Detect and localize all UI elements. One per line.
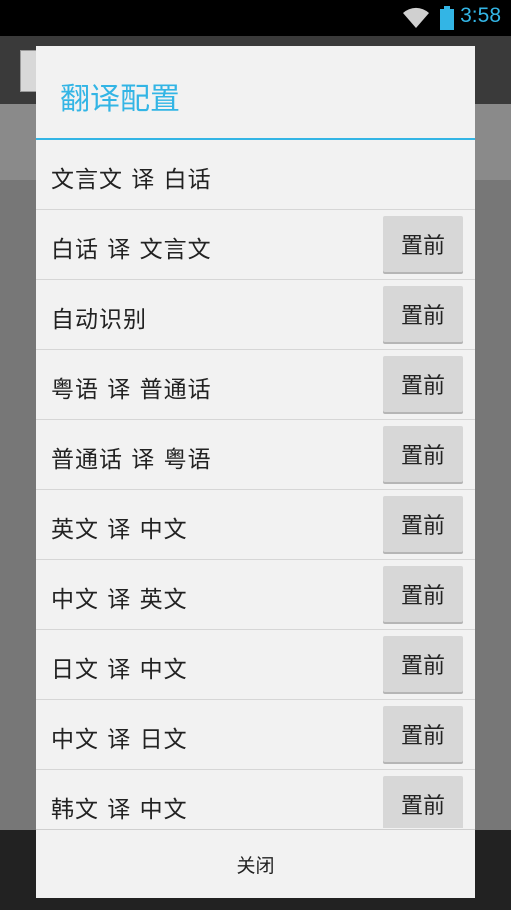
- move-to-front-button[interactable]: 置前: [383, 776, 463, 828]
- translation-option-list[interactable]: 文言文 译 白话 白话 译 文言文 置前 自动识别 置前 粤语 译 普通话 置前 普通话 译 …: [36, 140, 475, 828]
- list-item[interactable]: 中文 译 日文 置前: [36, 700, 475, 770]
- battery-icon: [440, 6, 454, 30]
- translation-config-dialog: 翻译配置 文言文 译 白话 白话 译 文言文 置前 自动识别 置前 粤语 译 普通话 置前普…: [36, 46, 475, 898]
- list-item[interactable]: 白话 译 文言文 置前: [36, 210, 475, 280]
- list-item[interactable]: 粤语 译 普通话 置前: [36, 350, 475, 420]
- list-item[interactable]: 中文 译 英文 置前: [36, 560, 475, 630]
- move-to-front-button[interactable]: 置前: [383, 636, 463, 692]
- close-button[interactable]: 关闭: [36, 830, 475, 898]
- dialog-title: 翻译配置: [60, 82, 180, 117]
- list-item[interactable]: 自动识别 置前: [36, 280, 475, 350]
- translation-option-label: 普通话 译 粤语: [51, 447, 212, 473]
- translation-option-label: 英文 译 中文: [51, 517, 188, 543]
- move-to-front-button[interactable]: 置前: [383, 426, 463, 482]
- move-to-front-button[interactable]: 置前: [383, 286, 463, 342]
- dialog-header: 翻译配置: [36, 46, 475, 140]
- move-to-front-button[interactable]: 置前: [383, 496, 463, 552]
- list-item[interactable]: 文言文 译 白话: [36, 140, 475, 210]
- translation-option-label: 中文 译 日文: [51, 727, 188, 753]
- dialog-footer: 关闭: [36, 829, 475, 898]
- translation-option-label: 日文 译 中文: [51, 657, 188, 683]
- list-item[interactable]: 韩文 译 中文 置前: [36, 770, 475, 828]
- translation-option-label: 自动识别: [51, 307, 147, 333]
- translation-option-label: 粤语 译 普通话: [51, 377, 212, 403]
- translation-option-label: 中文 译 英文: [51, 587, 188, 613]
- list-item[interactable]: 普通话 译 粤语 置前: [36, 420, 475, 490]
- list-item[interactable]: 日文 译 中文 置前: [36, 630, 475, 700]
- clock: 3:58: [460, 4, 501, 27]
- translation-option-label: 韩文 译 中文: [51, 797, 188, 823]
- translation-option-label: 文言文 译 白话: [51, 167, 212, 193]
- move-to-front-button[interactable]: 置前: [383, 566, 463, 622]
- translation-option-label: 白话 译 文言文: [51, 237, 212, 263]
- move-to-front-button[interactable]: 置前: [383, 706, 463, 762]
- list-item[interactable]: 英文 译 中文 置前: [36, 490, 475, 560]
- move-to-front-button[interactable]: 置前: [383, 356, 463, 412]
- wifi-icon: [403, 7, 429, 28]
- move-to-front-button[interactable]: 置前: [383, 216, 463, 272]
- status-bar: 3:58: [0, 0, 511, 36]
